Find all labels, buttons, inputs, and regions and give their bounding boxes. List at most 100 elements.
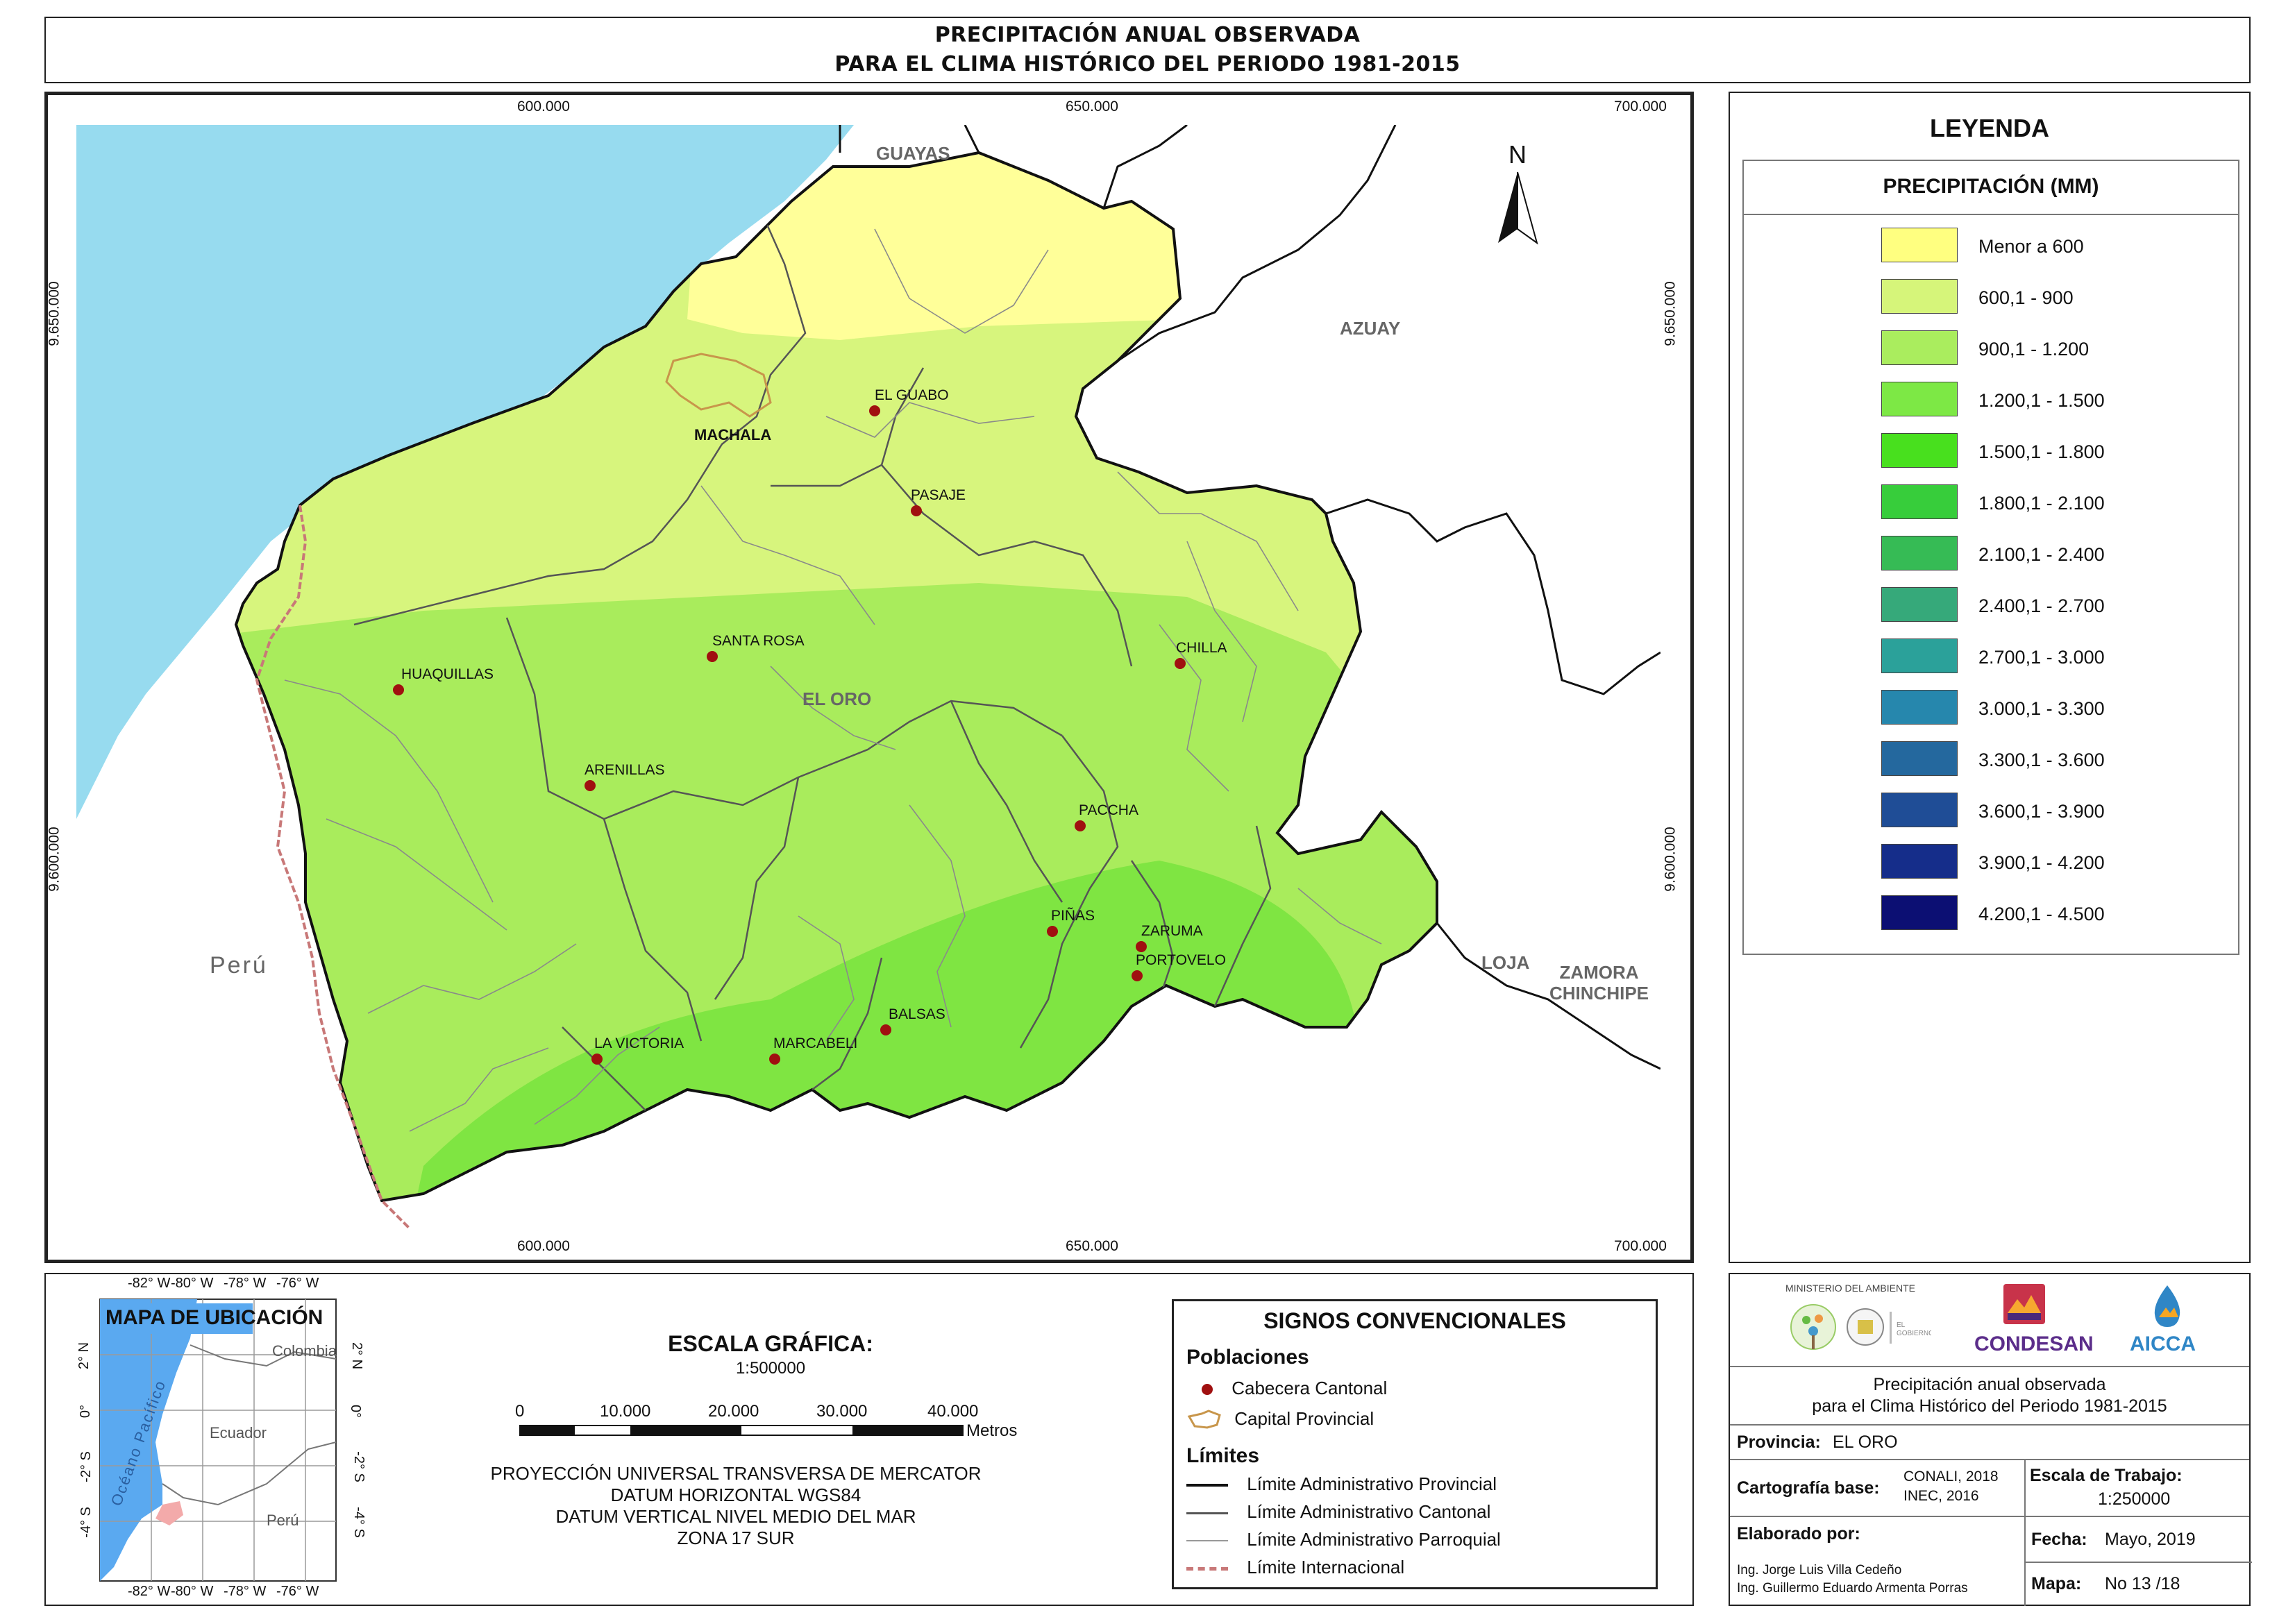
legend-swatch bbox=[1881, 690, 1958, 725]
legend-swatch bbox=[1881, 382, 1958, 416]
town-label: EL GUABO bbox=[875, 387, 949, 403]
zamora-line-2: CHINCHIPE bbox=[1549, 983, 1649, 1004]
town-label: PASAJE bbox=[911, 487, 966, 503]
lon-tick-bottom-82: -82° W bbox=[128, 1584, 171, 1599]
lon-tick-bottom-80: -80° W bbox=[171, 1584, 214, 1599]
cartography-value-1: CONALI, 2018 bbox=[1903, 1469, 1999, 1485]
lat-tick-left-2n: 2° N bbox=[76, 1342, 92, 1370]
sign-cantonal: Límite Administrativo Cantonal bbox=[1186, 1501, 1490, 1523]
y-tick-left-9600000: 9.600.000 bbox=[46, 827, 62, 892]
town-dot bbox=[1075, 820, 1086, 831]
map-canvas: N bbox=[76, 125, 1661, 1230]
region-label-peru: Perú bbox=[210, 952, 268, 979]
legend-swatch bbox=[1881, 228, 1958, 262]
legend-item: 1.500,1 - 1.800 bbox=[1744, 433, 2238, 475]
legend-label: Menor a 600 bbox=[1978, 236, 2084, 257]
scale-bar bbox=[519, 1425, 964, 1436]
legend-item: 3.300,1 - 3.600 bbox=[1744, 741, 2238, 783]
town-dot bbox=[769, 1054, 780, 1065]
town-label: CHILLA bbox=[1176, 640, 1227, 656]
legend-swatch bbox=[1881, 895, 1958, 930]
cantonal-line-icon bbox=[1186, 1512, 1228, 1514]
town-dot bbox=[591, 1054, 603, 1065]
sign-cabecera: Cabecera Cantonal bbox=[1202, 1378, 1387, 1399]
legend-label: 3.600,1 - 3.900 bbox=[1978, 801, 2105, 822]
legend-item: 2.100,1 - 2.400 bbox=[1744, 536, 2238, 577]
legend-heading: LEYENDA bbox=[1929, 114, 2050, 142]
sign-parroquial: Límite Administrativo Parroquial bbox=[1186, 1529, 1501, 1550]
town-label: MARCABELI bbox=[773, 1035, 858, 1051]
zamora-line-1: ZAMORA bbox=[1559, 962, 1639, 983]
legend-label: 2.700,1 - 3.000 bbox=[1978, 647, 2105, 668]
legend-swatch bbox=[1881, 279, 1958, 314]
x-tick-bottom-700000: 700.000 bbox=[1614, 1238, 1667, 1254]
legend-table: PRECIPITACIÓN (MM) Menor a 600 600,1 - 9… bbox=[1742, 160, 2239, 955]
lon-tick-bottom-78: -78° W bbox=[224, 1584, 267, 1599]
legend-item: 600,1 - 900 bbox=[1744, 279, 2238, 321]
legend-panel: LEYENDA PRECIPITACIÓN (MM) Menor a 600 6… bbox=[1729, 92, 2251, 1263]
projection-line-1: PROYECCIÓN UNIVERSAL TRANSVERSA DE MERCA… bbox=[490, 1463, 982, 1484]
legend-item: 3.900,1 - 4.200 bbox=[1744, 844, 2238, 886]
legend-item: 2.700,1 - 3.000 bbox=[1744, 638, 2238, 680]
legend-label: 600,1 - 900 bbox=[1978, 287, 2074, 308]
legend-label: 2.100,1 - 2.400 bbox=[1978, 544, 2105, 565]
sign-internacional: Límite Internacional bbox=[1186, 1557, 1404, 1578]
authors-label: Elaborado por: bbox=[1737, 1524, 1860, 1543]
legend-swatch bbox=[1881, 844, 1958, 879]
sign-provincial-label: Límite Administrativo Provincial bbox=[1247, 1473, 1497, 1494]
x-tick-top-600000: 600.000 bbox=[517, 99, 570, 115]
location-map-title: MAPA DE UBICACIÓN bbox=[106, 1306, 323, 1329]
signs-limits-heading: Límites bbox=[1186, 1444, 1260, 1467]
ministry-logo-text: MINISTERIO DEL AMBIENTE bbox=[1785, 1283, 1915, 1294]
town-label: ZARUMA bbox=[1141, 923, 1203, 939]
map-title-line-2: PARA EL CLIMA HISTÓRICO DEL PERIODO 1981… bbox=[834, 52, 1461, 76]
lon-tick-top-80: -80° W bbox=[171, 1276, 214, 1291]
sign-provincial: Límite Administrativo Provincial bbox=[1186, 1473, 1497, 1495]
town-dot bbox=[911, 505, 922, 516]
info-title-block: Precipitación anual observada para el Cl… bbox=[1730, 1367, 2249, 1426]
lat-tick-right-0: 0° bbox=[348, 1404, 364, 1419]
signs-panel: SIGNOS CONVENCIONALES Poblaciones Cabece… bbox=[1172, 1299, 1658, 1589]
province-row: Provincia: EL ORO bbox=[1730, 1426, 2249, 1460]
scale-tick-40000: 40.000 bbox=[927, 1402, 979, 1421]
legend-item: 3.600,1 - 3.900 bbox=[1744, 793, 2238, 834]
scale-tick-30000: 30.000 bbox=[816, 1402, 868, 1421]
x-tick-top-650000: 650.000 bbox=[1066, 99, 1118, 115]
x-tick-top-700000: 700.000 bbox=[1614, 99, 1667, 115]
sign-cabecera-label: Cabecera Cantonal bbox=[1231, 1378, 1388, 1398]
scale-tick-10000: 10.000 bbox=[600, 1402, 651, 1421]
legend-label: 2.400,1 - 2.700 bbox=[1978, 595, 2105, 616]
sign-capital-label: Capital Provincial bbox=[1234, 1408, 1375, 1429]
region-label-azuay: AZUAY bbox=[1340, 318, 1401, 339]
province-label: Provincia: bbox=[1737, 1432, 1821, 1452]
legend-swatch bbox=[1881, 330, 1958, 365]
projection-line-4: ZONA 17 SUR bbox=[677, 1528, 795, 1548]
y-tick-right-9600000: 9.600.000 bbox=[1662, 827, 1679, 892]
legend-item: 3.000,1 - 3.300 bbox=[1744, 690, 2238, 731]
info-title-line-2: para el Clima Histórico del Periodo 1981… bbox=[1812, 1396, 2167, 1416]
lat-tick-right-4s: -4° S bbox=[351, 1507, 367, 1538]
legend-item: 1.200,1 - 1.500 bbox=[1744, 382, 2238, 423]
label-peru-small: Perú bbox=[267, 1512, 299, 1529]
scale-tick-20000: 20.000 bbox=[708, 1402, 759, 1421]
projection-info: PROYECCIÓN UNIVERSAL TRANSVERSA DE MERCA… bbox=[444, 1463, 1027, 1549]
scale-title: ESCALA GRÁFICA: bbox=[668, 1331, 873, 1356]
date-label: Fecha: bbox=[2031, 1530, 2087, 1549]
label-ecuador: Ecuador bbox=[210, 1424, 267, 1441]
ministry-logo-icon: EL GOBIERNO bbox=[1790, 1304, 1931, 1350]
town-dot bbox=[1175, 658, 1186, 669]
north-arrow: N bbox=[1498, 140, 1538, 245]
sign-capital: Capital Provincial bbox=[1186, 1408, 1374, 1430]
lat-tick-left-2s: -2° S bbox=[78, 1451, 94, 1482]
logos-row: MINISTERIO DEL AMBIENTE EL GOBIERNO COND… bbox=[1730, 1274, 2249, 1367]
legend-label: 900,1 - 1.200 bbox=[1978, 339, 2090, 360]
svg-text:GOBIERNO: GOBIERNO bbox=[1897, 1330, 1931, 1337]
lon-tick-top-76: -76° W bbox=[276, 1276, 319, 1291]
date-value: Mayo, 2019 bbox=[2105, 1530, 2196, 1549]
scale-unit: Metros bbox=[966, 1421, 1018, 1440]
date-map-divider bbox=[2024, 1562, 2252, 1563]
province-value: EL ORO bbox=[1833, 1432, 1898, 1452]
authors-row: Elaborado por: Ing. Jorge Luis Villa Ced… bbox=[1730, 1517, 2252, 1606]
cartography-label: Cartografía base: bbox=[1737, 1478, 1880, 1498]
projection-line-3: DATUM VERTICAL NIVEL MEDIO DEL MAR bbox=[555, 1506, 916, 1527]
